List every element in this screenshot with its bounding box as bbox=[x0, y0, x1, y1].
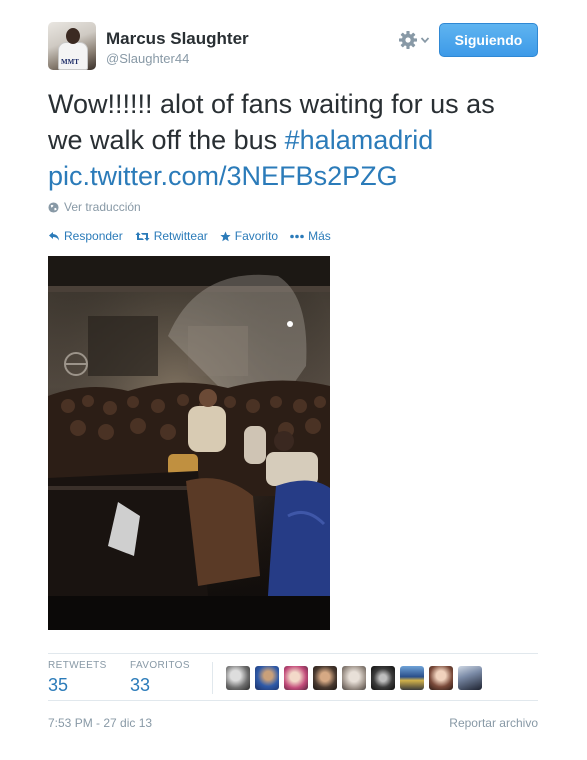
favorite-button[interactable]: Favorito bbox=[220, 229, 278, 243]
reply-button[interactable]: Responder bbox=[48, 229, 123, 243]
user-fullname[interactable]: Marcus Slaughter bbox=[106, 29, 249, 49]
following-button[interactable]: Siguiendo bbox=[439, 23, 538, 57]
retweeter-avatar[interactable] bbox=[458, 666, 482, 690]
more-button[interactable]: Más bbox=[290, 229, 331, 243]
tweet-text: Wow!!!!!! alot of fans waiting for us as… bbox=[48, 86, 528, 194]
tweet-actions: Responder Retwittear Favorito Más bbox=[48, 229, 331, 243]
more-label: Más bbox=[308, 229, 331, 243]
retweeter-avatar[interactable] bbox=[226, 666, 250, 690]
tweet-photo[interactable] bbox=[48, 256, 330, 630]
favorites-count: 33 bbox=[130, 675, 151, 695]
tweet-timestamp[interactable]: 7:53 PM - 27 dic 13 bbox=[48, 716, 152, 730]
report-link[interactable]: Reportar archivo bbox=[449, 716, 538, 730]
globe-icon bbox=[48, 201, 59, 213]
star-icon bbox=[220, 230, 231, 241]
user-screenname[interactable]: @Slaughter44 bbox=[106, 51, 189, 66]
retweeter-avatar[interactable] bbox=[284, 666, 308, 690]
retweet-icon bbox=[135, 231, 150, 241]
chevron-down-icon bbox=[420, 37, 430, 44]
retweeter-avatar[interactable] bbox=[313, 666, 337, 690]
avatar-head bbox=[66, 28, 80, 44]
crowd-photo bbox=[48, 256, 330, 630]
retweeter-avatar[interactable] bbox=[342, 666, 366, 690]
hashtag-link[interactable]: #halamadrid bbox=[285, 125, 434, 155]
favorites-stat[interactable]: FAVORITOS 33 bbox=[130, 660, 190, 696]
media-link[interactable]: pic.twitter.com/3NEFBs2PZG bbox=[48, 161, 398, 191]
retweet-button[interactable]: Retwittear bbox=[135, 229, 208, 243]
more-dots-icon bbox=[290, 234, 304, 238]
tweet-header: MMT Marcus Slaughter @Slaughter44 Siguie… bbox=[48, 22, 538, 72]
reply-label: Responder bbox=[64, 229, 123, 243]
retweets-count: 35 bbox=[48, 675, 69, 695]
retweet-label: Retwittear bbox=[153, 229, 208, 243]
translate-link[interactable]: Ver traducción bbox=[48, 200, 141, 214]
gear-icon bbox=[399, 31, 417, 49]
retweeter-avatar[interactable] bbox=[255, 666, 279, 690]
retweeter-avatar[interactable] bbox=[429, 666, 453, 690]
tweet-stats: RETWEETS 35 FAVORITOS 33 bbox=[48, 653, 538, 701]
retweeter-avatar[interactable] bbox=[400, 666, 424, 690]
retweeter-avatars bbox=[226, 666, 482, 690]
reply-icon bbox=[49, 231, 59, 240]
retweeter-avatar[interactable] bbox=[371, 666, 395, 690]
avatar[interactable]: MMT bbox=[48, 22, 96, 70]
favorite-label: Favorito bbox=[234, 229, 279, 243]
avatar-tag: MMT bbox=[61, 58, 79, 66]
retweets-stat[interactable]: RETWEETS 35 bbox=[48, 660, 107, 696]
stats-divider bbox=[212, 662, 213, 694]
user-actions-dropdown[interactable] bbox=[398, 27, 436, 53]
translate-label: Ver traducción bbox=[64, 200, 141, 214]
retweets-label: RETWEETS bbox=[48, 660, 107, 671]
favorites-label: FAVORITOS bbox=[130, 660, 190, 671]
